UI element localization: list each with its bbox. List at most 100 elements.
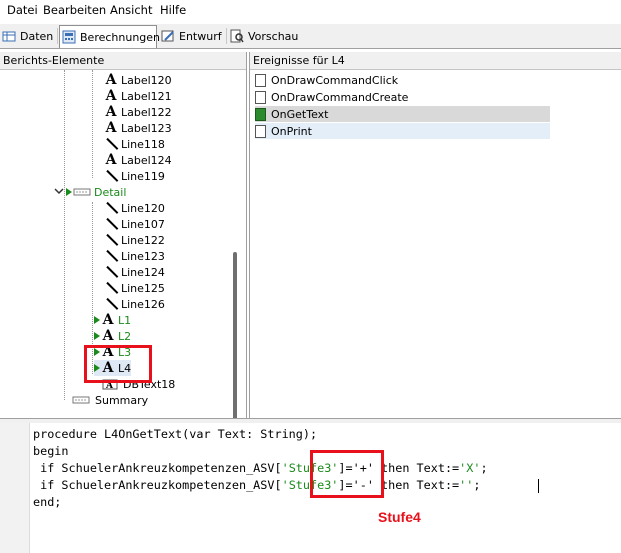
event-label: OnDrawCommandClick (271, 73, 399, 87)
annotation-text: Stufe4 (378, 509, 421, 525)
report-elements-title: Berichts-Elemente (3, 54, 105, 67)
menu-ansicht[interactable]: Ansicht (110, 3, 152, 17)
label-icon: A (105, 72, 117, 88)
document-icon (255, 124, 266, 138)
tree-item-label: Detail (94, 185, 127, 199)
tree-item-line124[interactable]: Line124 (104, 264, 165, 280)
band-icon (73, 185, 91, 199)
tree-item-line107[interactable]: Line107 (104, 216, 165, 232)
label-icon: A (105, 104, 117, 120)
tab-daten[interactable]: Daten (0, 26, 55, 46)
line-icon (104, 233, 118, 247)
code-text: ; (480, 461, 488, 475)
document-filled-icon (255, 107, 266, 121)
event-marker-icon (94, 332, 100, 340)
tree-item-line123[interactable]: Line123 (104, 248, 165, 264)
preview-icon (230, 29, 244, 43)
event-onprint[interactable]: OnPrint (255, 123, 550, 139)
tree-item-label122[interactable]: A Label122 (104, 104, 172, 120)
tree-item-label120[interactable]: A Label120 (104, 72, 172, 88)
event-ondrawcommandclick[interactable]: OnDrawCommandClick (255, 72, 550, 88)
tree-item-label: Line119 (121, 169, 165, 183)
code-line-4: if SchuelerAnkreuzkompetenzen_ASV['Stufe… (33, 478, 480, 492)
label-icon: A (105, 120, 117, 136)
tree-item-label: Label122 (121, 105, 172, 119)
tree-item-line118[interactable]: Line118 (104, 136, 165, 152)
tree-item-label: Line118 (121, 137, 165, 151)
tree-item-summary[interactable]: Summary (72, 392, 148, 408)
tab-bar: Daten Berechnungen Entwurf Vorschau (0, 24, 621, 49)
code-line-5: end; (33, 495, 62, 509)
data-icon (2, 29, 16, 43)
report-elements-panel: Berichts-Elemente A Label120 A Label121 AL… (0, 52, 247, 452)
tab-daten-label: Daten (20, 29, 54, 43)
tree-item-label121[interactable]: A Label121 (104, 88, 172, 104)
band-icon (72, 393, 92, 407)
line-icon (104, 249, 118, 263)
calc-icon (62, 30, 76, 44)
code-string: '' (459, 478, 474, 492)
tree-item-label: Line122 (121, 233, 165, 247)
code-string: 'X' (459, 461, 481, 475)
tab-entwurf[interactable]: Entwurf (159, 26, 225, 46)
line-icon (104, 297, 118, 311)
events-title: Ereignisse für L4 (253, 54, 345, 67)
label-icon: A (105, 88, 117, 104)
tree-item-label: Summary (95, 393, 149, 407)
document-icon (255, 90, 266, 104)
line-icon (104, 137, 118, 151)
code-text: if SchuelerAnkreuzkompetenzen_ASV[ (33, 478, 282, 492)
line-icon (104, 201, 118, 215)
label-icon: A (105, 152, 117, 168)
tree-item-label: Label120 (121, 73, 172, 87)
event-ondrawcommandcreate[interactable]: OnDrawCommandCreate (255, 89, 550, 105)
tree-item-label: Label123 (121, 121, 172, 135)
code-line-1: procedure L4OnGetText(var Text: String); (33, 427, 318, 441)
code-line-2: begin (33, 444, 69, 458)
menu-bar: Datei Bearbeiten Ansicht Hilfe (0, 0, 621, 20)
tree-item-label124[interactable]: A Label124 (104, 152, 172, 168)
design-icon (161, 29, 175, 43)
tree-item-line125[interactable]: Line125 (104, 280, 165, 296)
tab-berechnungen-label: Berechnungen (80, 30, 161, 44)
menu-datei[interactable]: Datei (7, 3, 38, 17)
tree-item-label: Label121 (121, 89, 172, 103)
line-icon (104, 265, 118, 279)
code-text: if SchuelerAnkreuzkompetenzen_ASV[ (33, 461, 282, 475)
menu-hilfe[interactable]: Hilfe (160, 3, 186, 17)
tree-item-line122[interactable]: Line122 (104, 232, 165, 248)
tree-item-l2[interactable]: A L2 (94, 328, 131, 344)
tree-guide (92, 70, 93, 178)
tab-separator (226, 28, 227, 44)
tree-item-label: Line126 (121, 297, 165, 311)
menu-bearbeiten[interactable]: Bearbeiten (43, 3, 106, 17)
event-label: OnPrint (271, 124, 312, 138)
tree-item-label: Line125 (121, 281, 165, 295)
tree-item-line119[interactable]: Line119 (104, 168, 165, 184)
line-icon (104, 217, 118, 231)
event-marker-icon (66, 188, 72, 196)
tree-item-label: Line107 (121, 217, 165, 231)
line-icon (104, 169, 118, 183)
line-icon (104, 281, 118, 295)
report-elements-header: Berichts-Elemente (0, 52, 246, 70)
chevron-down-icon[interactable] (54, 186, 66, 199)
tree-item-l1[interactable]: A L1 (94, 312, 131, 328)
tab-vorschau[interactable]: Vorschau (228, 26, 298, 46)
tree-guide (64, 70, 65, 400)
events-panel: Ereignisse für L4 OnDrawCommandClick OnD… (249, 52, 621, 418)
tree-item-detail[interactable]: Detail (54, 184, 126, 200)
events-header: Ereignisse für L4 (250, 52, 621, 70)
tree-item-line126[interactable]: Line126 (104, 296, 165, 312)
tree-item-line120[interactable]: Line120 (104, 200, 165, 216)
event-ongettext[interactable]: OnGetText (255, 106, 550, 122)
tree-item-label: L1 (118, 313, 132, 327)
tree-item-label: Line120 (121, 201, 165, 215)
tree-item-label123[interactable]: A Label123 (104, 120, 172, 136)
highlight-box (310, 450, 384, 498)
code-editor[interactable]: procedure L4OnGetText(var Text: String);… (0, 423, 621, 553)
tab-entwurf-label: Entwurf (179, 29, 222, 43)
tab-separator (57, 28, 58, 44)
tab-berechnungen[interactable]: Berechnungen (59, 25, 161, 48)
label-icon: A (102, 312, 114, 328)
